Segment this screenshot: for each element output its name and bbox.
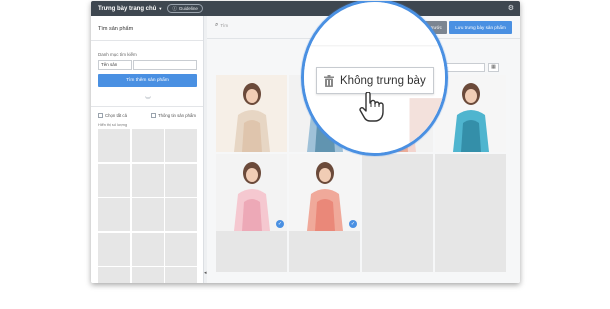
product-photo[interactable]: ✓ [289,154,360,231]
select-all-checkbox[interactable]: Chọn tất cả [98,113,127,118]
selected-check-icon[interactable]: ✓ [349,220,357,228]
sidebar-title: Tìm sản phẩm [98,26,134,32]
result-cell[interactable] [165,198,197,231]
result-cell[interactable] [131,267,164,283]
divider [91,106,203,107]
empty-slot[interactable] [362,231,433,272]
empty-slot[interactable] [435,154,506,231]
app-window: Trưng bày trang chủ ▼ ⓘ Guideline ⚙ Tìm … [91,1,520,283]
hide-product-button[interactable]: Không trưng bày [316,67,434,94]
product-image [216,75,287,152]
empty-slot[interactable] [289,231,360,272]
guideline-label: Guideline [178,6,198,11]
result-cell[interactable] [98,163,130,197]
result-cell[interactable] [165,129,197,162]
trash-icon [324,74,334,87]
search-box[interactable]: ⌕ Tìm [215,22,228,29]
result-cell[interactable] [165,232,197,266]
result-cell[interactable] [98,198,130,231]
search-placeholder: Tìm [220,23,229,28]
product-info-label: Thông tin sản phẩm [158,113,196,118]
gear-icon[interactable]: ⚙ [508,4,514,12]
empty-slot[interactable] [216,231,287,272]
result-cell[interactable] [131,232,164,266]
chevron-down-icon[interactable]: ▼ [158,6,162,11]
select-all-label: Chọn tất cả [105,113,127,118]
search-icon: ⌕ [215,22,219,28]
empty-slot[interactable] [362,154,433,231]
guideline-button[interactable]: ⓘ Guideline [167,4,203,13]
result-cell[interactable] [98,267,130,283]
selected-check-icon[interactable]: ✓ [276,220,284,228]
result-cell[interactable] [165,267,197,283]
product-image [216,154,287,231]
result-cell[interactable] [131,129,164,162]
result-cell[interactable] [165,163,197,197]
result-cell[interactable] [98,129,130,162]
hide-product-label: Không trưng bày [340,74,426,87]
empty-slot[interactable] [435,231,506,272]
grid-view-icon[interactable]: ▦ [488,63,499,72]
hand-pointer-icon [359,92,384,122]
checkbox-box[interactable] [98,113,103,118]
app-title[interactable]: Trưng bày trang chủ [98,6,156,12]
product-info-checkbox[interactable]: Thông tin sản phẩm [151,113,196,118]
category-search-input[interactable] [133,60,197,70]
divider [91,40,203,41]
search-products-button[interactable]: Tìm thêm sản phẩm [98,74,197,87]
result-cell[interactable] [131,198,164,231]
category-label: Danh mục tìm kiếm [98,52,137,57]
sidebar: Tìm sản phẩm Danh mục tìm kiếm Tên sản T… [91,16,204,283]
save-display-button[interactable]: Lưu trưng bày sản phẩm [449,21,512,34]
category-select[interactable]: Tên sản [98,60,132,70]
product-photo[interactable]: ✓ [216,154,287,231]
sidebar-results-grid [98,129,197,283]
info-icon: ⓘ [172,6,177,11]
result-cell[interactable] [98,232,130,266]
collapse-chevron-icon[interactable]: ︾ [145,95,151,104]
zoom-callout: Không trưng bày [301,1,448,156]
result-cell[interactable] [131,163,164,197]
product-image [289,154,360,231]
checkbox-box[interactable] [151,113,156,118]
product-photo[interactable] [216,75,287,152]
display-grid-bottom [216,231,506,272]
